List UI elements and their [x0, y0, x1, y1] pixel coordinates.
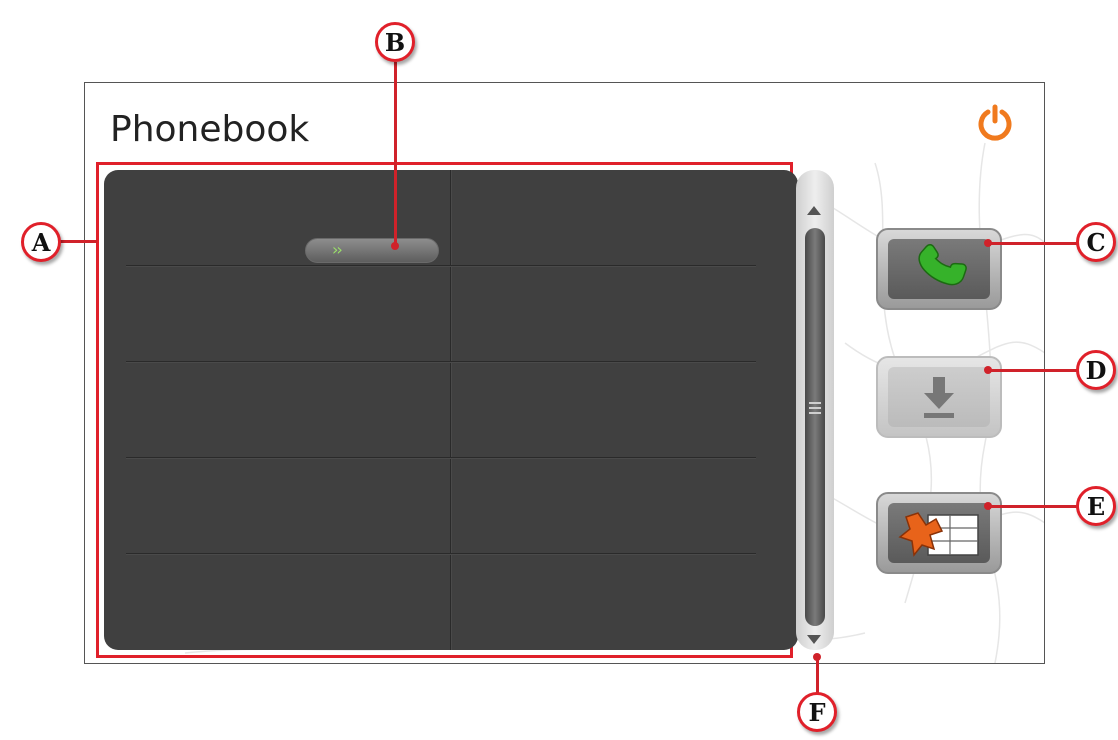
row-divider [126, 457, 756, 458]
row-selector[interactable]: ›› [305, 238, 439, 263]
row-divider [126, 361, 756, 362]
scroll-track[interactable] [805, 228, 825, 626]
callout-c: C [1076, 222, 1116, 262]
contact-list[interactable]: ›› [104, 170, 798, 650]
callout-dot-e [984, 502, 992, 510]
download-arrow-icon [924, 377, 954, 418]
page-title: Phonebook [110, 109, 310, 150]
callout-e: E [1076, 486, 1116, 526]
callout-line-a [60, 240, 97, 243]
callout-dot-b [391, 242, 399, 250]
arrow-down-icon[interactable] [807, 635, 821, 644]
callout-a: A [21, 222, 61, 262]
callout-line-c [988, 242, 1080, 245]
grip-icon [809, 412, 821, 414]
call-button[interactable] [876, 228, 1002, 310]
scrollbar[interactable] [796, 170, 834, 650]
callout-b: B [375, 22, 415, 62]
grip-icon [809, 402, 821, 404]
power-icon[interactable] [975, 103, 1015, 143]
row-divider [126, 553, 756, 554]
row-divider [126, 265, 756, 266]
callout-f: F [797, 692, 837, 732]
callout-d: D [1076, 350, 1116, 390]
callout-dot-f [813, 653, 821, 661]
column-divider [450, 170, 451, 650]
callout-dot-d [984, 366, 992, 374]
delete-button-face [888, 503, 990, 563]
callout-line-f [816, 656, 819, 694]
delete-entry-icon [898, 512, 979, 557]
arrow-up-icon[interactable] [807, 206, 821, 215]
callout-line-d [988, 369, 1080, 372]
callout-line-e [988, 505, 1080, 508]
phone-handset-icon [918, 243, 967, 286]
callout-line-b [394, 62, 397, 246]
grip-icon [809, 407, 821, 409]
double-chevron-icon: ›› [332, 240, 343, 259]
save-button-face [888, 367, 990, 427]
call-button-face [888, 239, 990, 299]
callout-dot-c [984, 239, 992, 247]
